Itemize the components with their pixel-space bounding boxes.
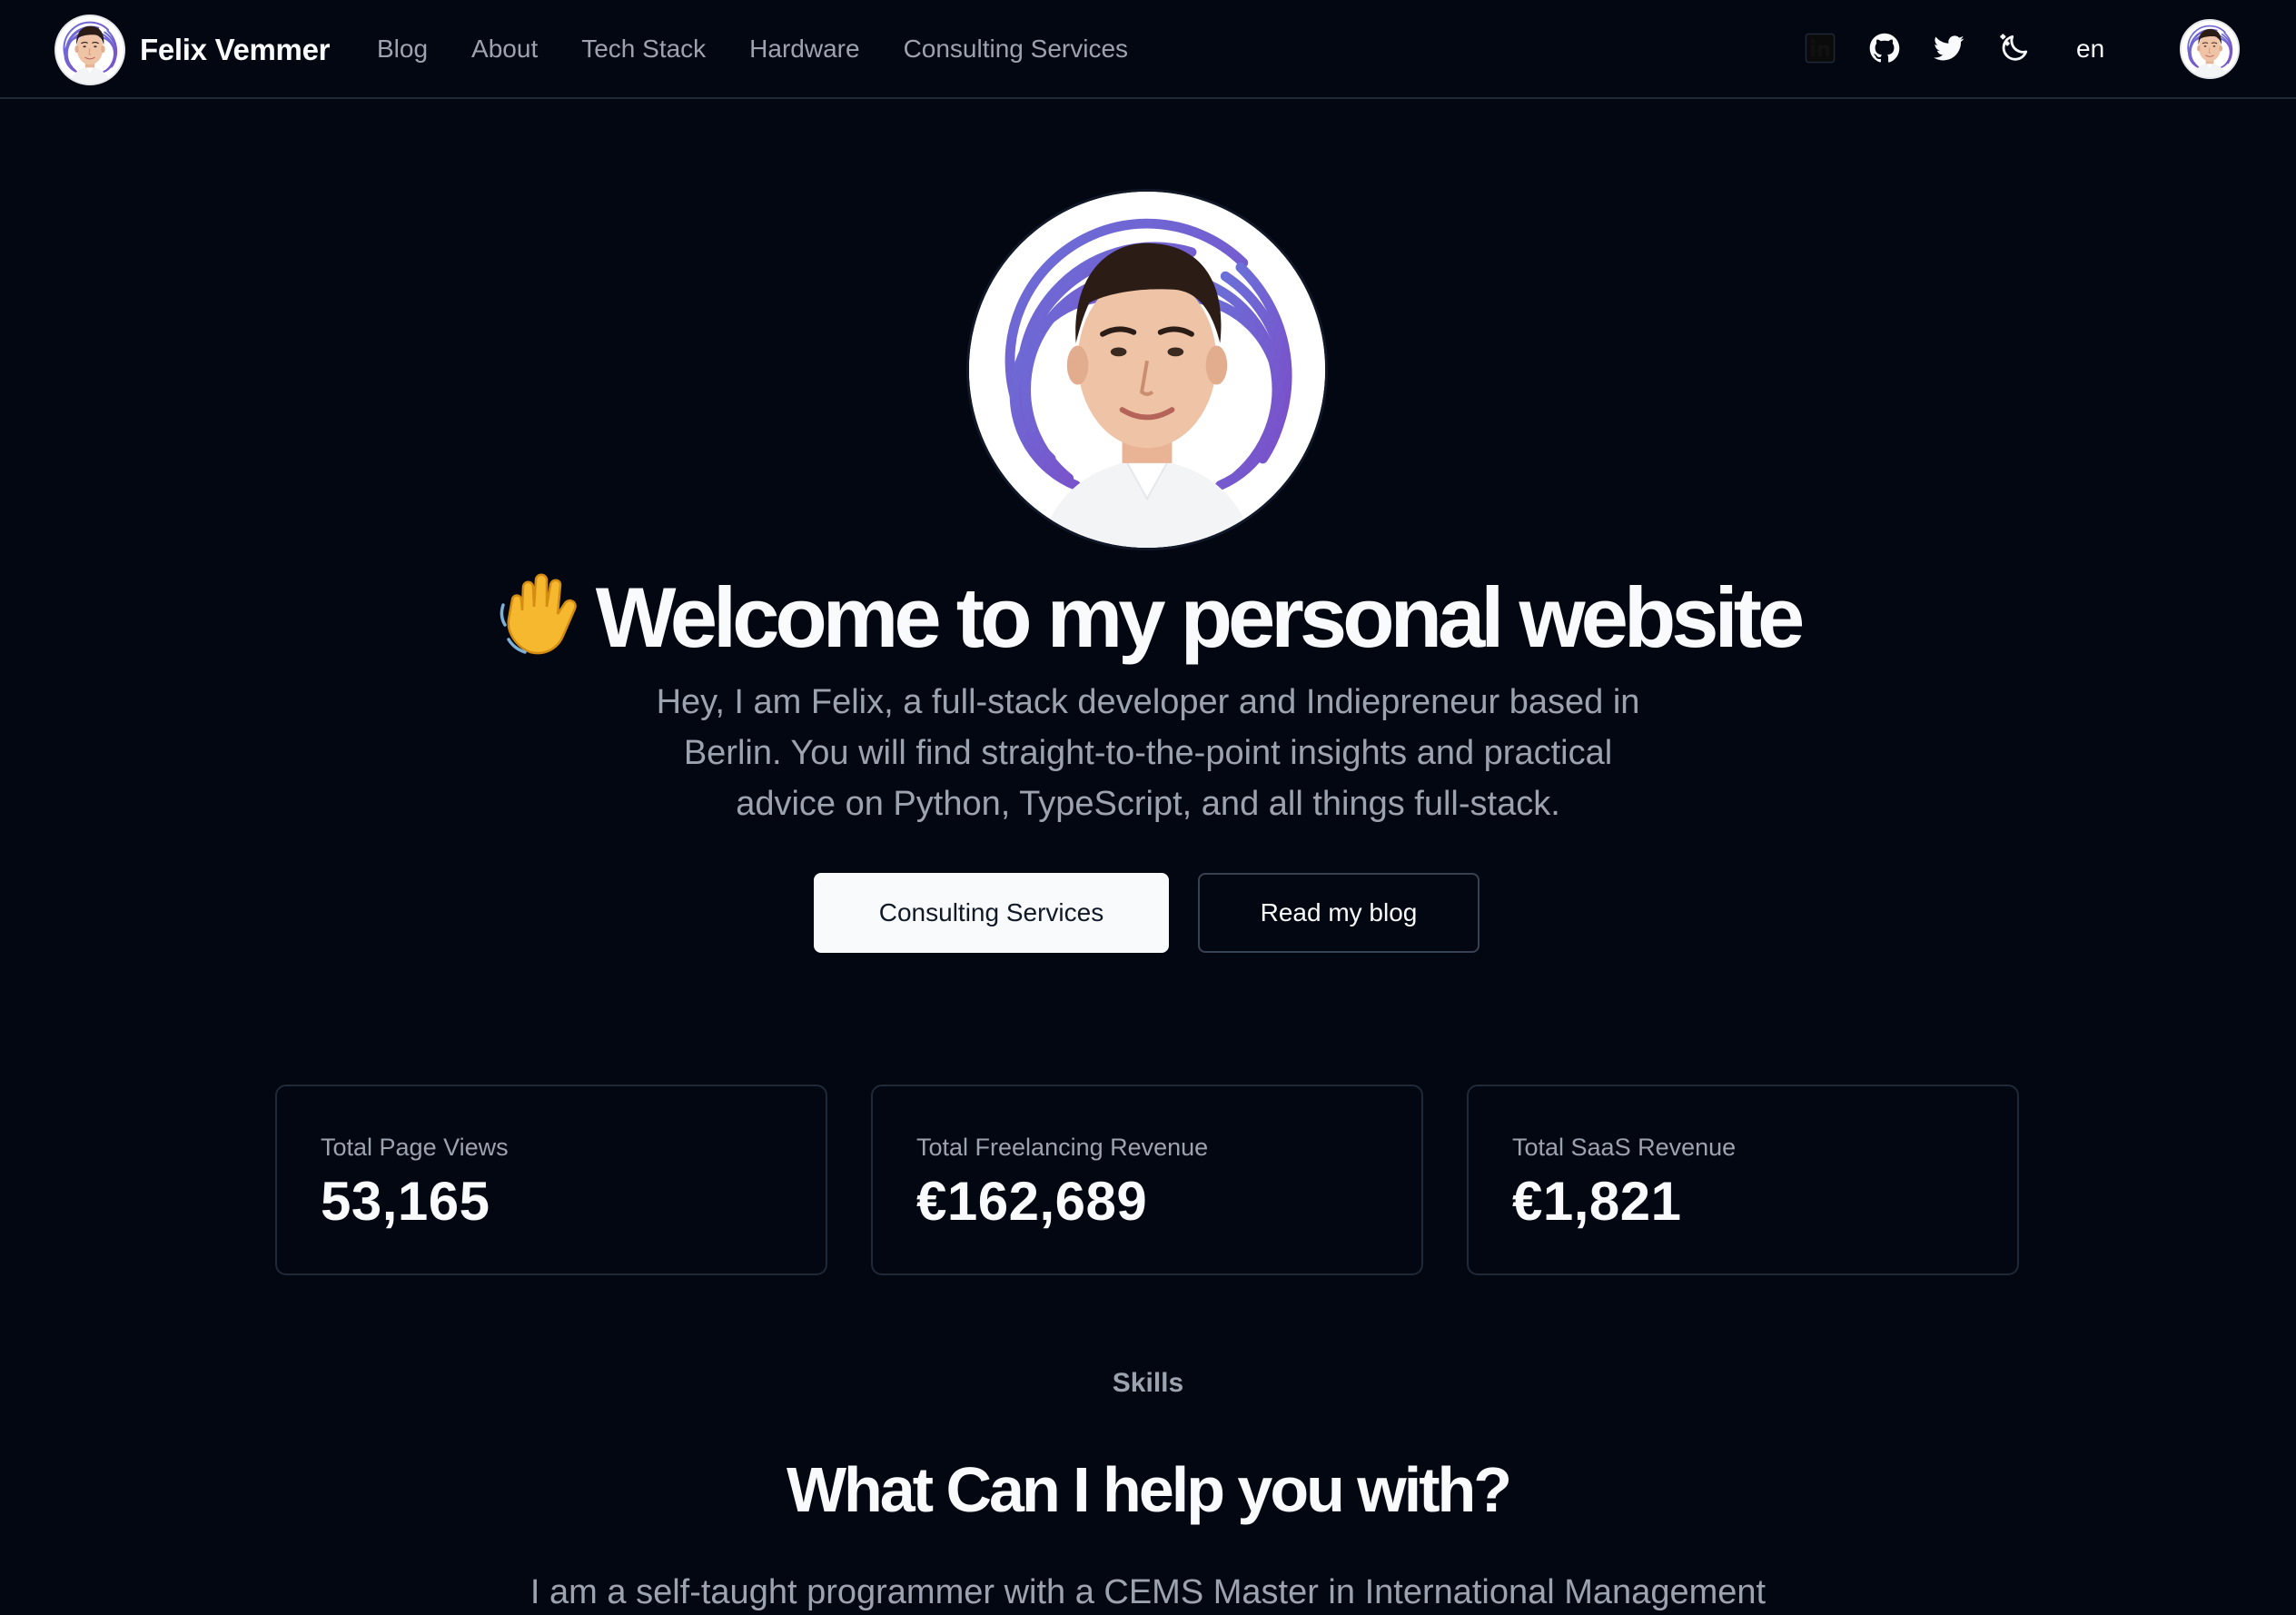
skills-title: What Can I help you with? bbox=[786, 1454, 1512, 1525]
hero-title-text: Welcome to my personal website bbox=[595, 570, 1806, 665]
waving-hand-icon bbox=[500, 573, 577, 655]
stat-value: €162,689 bbox=[916, 1171, 1148, 1232]
read-blog-button[interactable]: Read my blog bbox=[1198, 873, 1480, 953]
stat-value: €1,821 bbox=[1512, 1171, 1682, 1232]
stat-card-saas-revenue: Total SaaS Revenue €1,821 bbox=[1467, 1085, 2019, 1275]
stat-card-freelancing-revenue: Total Freelancing Revenue €162,689 bbox=[871, 1085, 1423, 1275]
stat-label: Total Page Views bbox=[321, 1134, 509, 1161]
nav-link-about[interactable]: About bbox=[471, 35, 538, 64]
brand-avatar bbox=[54, 15, 125, 85]
top-navbar: Felix Vemmer Blog About Tech Stack Hardw… bbox=[0, 0, 2296, 99]
stat-label: Total Freelancing Revenue bbox=[916, 1134, 1209, 1161]
stat-value: 53,165 bbox=[321, 1171, 490, 1232]
stat-label: Total SaaS Revenue bbox=[1512, 1134, 1737, 1161]
nav-link-hardware[interactable]: Hardware bbox=[749, 35, 859, 64]
nav-link-consulting-services[interactable]: Consulting Services bbox=[904, 35, 1128, 64]
skills-eyebrow: Skills bbox=[1112, 1368, 1184, 1398]
primary-nav: Blog About Tech Stack Hardware Consultin… bbox=[377, 0, 1128, 97]
hero-profile-photo bbox=[966, 189, 1328, 550]
brand-home-link[interactable]: Felix Vemmer bbox=[54, 13, 331, 87]
skills-intro-text: I am a self-taught programmer with a CEM… bbox=[529, 1573, 1767, 1611]
brand-name: Felix Vemmer bbox=[140, 33, 331, 66]
language-switcher[interactable]: en bbox=[2076, 30, 2104, 68]
nav-link-tech-stack[interactable]: Tech Stack bbox=[581, 35, 706, 64]
user-avatar-button[interactable] bbox=[2180, 19, 2240, 79]
nav-link-blog[interactable]: Blog bbox=[377, 35, 428, 64]
github-icon[interactable] bbox=[1866, 30, 1903, 66]
twitter-icon[interactable] bbox=[1931, 30, 1967, 66]
theme-toggle-icon[interactable] bbox=[1996, 30, 2033, 66]
hero-subtitle: Hey, I am Felix, a full-stack developer … bbox=[656, 683, 1640, 823]
stat-card-page-views: Total Page Views 53,165 bbox=[275, 1085, 827, 1275]
consulting-services-button[interactable]: Consulting Services bbox=[814, 873, 1169, 953]
hero-title: Welcome to my personal website bbox=[0, 565, 2296, 670]
linkedin-icon[interactable] bbox=[1802, 30, 1838, 66]
